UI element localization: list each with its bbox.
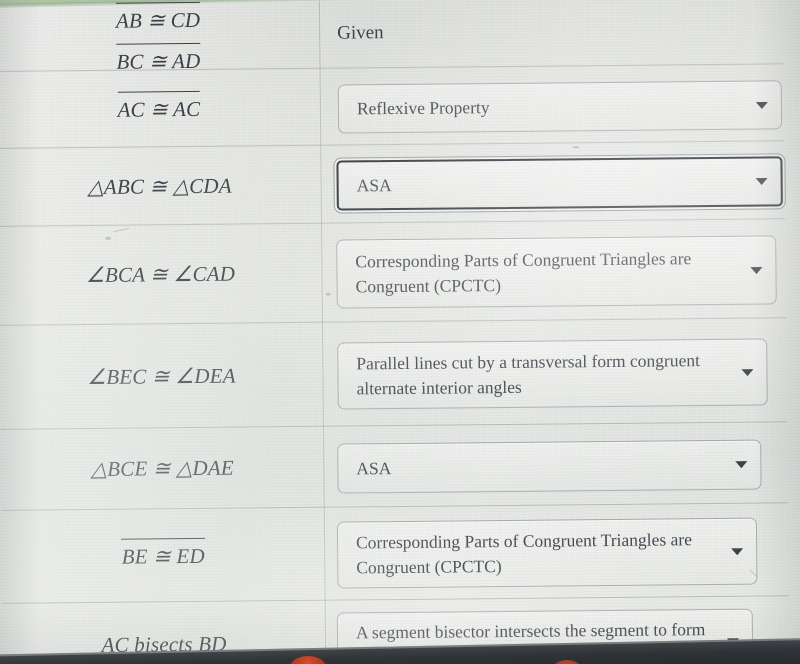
- reason-dropdown-value: Parallel lines cut by a transversal form…: [356, 349, 701, 398]
- reason-dropdown[interactable]: Reflexive Property: [337, 80, 783, 134]
- statement-text: AB ≅ CD: [115, 8, 201, 34]
- reason-dropdown[interactable]: ASA: [337, 439, 762, 494]
- table-row: AC ≅ AC Reflexive Property: [0, 64, 798, 149]
- reason-dropdown[interactable]: Corresponding Parts of Congruent Triangl…: [336, 235, 777, 309]
- statement-text: △BCE ≅ △DAE: [90, 455, 235, 482]
- chevron-down-icon: [755, 101, 768, 109]
- chevron-down-icon: [741, 368, 754, 376]
- reason-dropdown-value: ASA: [356, 457, 392, 479]
- table-row: △BCE ≅ △DAE ASA: [1, 422, 800, 511]
- reason-dropdown[interactable]: Corresponding Parts of Congruent Triangl…: [336, 517, 758, 589]
- chevron-down-icon: [755, 177, 768, 186]
- chevron-down-icon: [750, 266, 763, 274]
- reason-dropdown-value: Corresponding Parts of Congruent Triangl…: [355, 528, 693, 577]
- reason-dropdown[interactable]: Parallel lines cut by a transversal form…: [337, 338, 768, 410]
- table-row: ∠BCA ≅ ∠CAD Corresponding Parts of Congr…: [0, 219, 800, 326]
- table-row: △ABC ≅ △CDA ASA: [0, 141, 799, 227]
- statement-cell: AC ≅ AC: [0, 69, 320, 149]
- table-row: ∠BEC ≅ ∠DEA Parallel lines cut by a tran…: [0, 318, 800, 430]
- statement-cell: △BCE ≅ △DAE: [1, 427, 324, 511]
- statement-cell: BE ≅ ED: [2, 508, 325, 604]
- statement-text: BE ≅ ED: [121, 538, 205, 574]
- statement-cell: ∠BEC ≅ ∠DEA: [0, 323, 323, 430]
- table-row: AB ≅ CD BC ≅ AD Given: [0, 2, 798, 79]
- chevron-down-icon: [735, 461, 748, 469]
- screen-surface: AB ≅ CD BC ≅ AD Given AC ≅ AC Reflexive …: [0, 0, 800, 664]
- statement-text: ∠BCA ≅ ∠CAD: [85, 261, 236, 288]
- reason-dropdown-value: Reflexive Property: [356, 97, 490, 119]
- reason-dropdown-value: ASA: [356, 174, 392, 195]
- reason-dropdown-value: Corresponding Parts of Congruent Triangl…: [355, 247, 692, 296]
- proof-table: AB ≅ CD BC ≅ AD Given AC ≅ AC Reflexive …: [0, 0, 800, 664]
- reason-static-text: Given: [337, 22, 384, 44]
- chevron-down-icon: [731, 547, 744, 555]
- reason-dropdown[interactable]: ASA: [336, 156, 783, 211]
- statement-cell: ∠BCA ≅ ∠CAD: [0, 224, 322, 326]
- statement-text: ∠BEC ≅ ∠DEA: [87, 363, 236, 389]
- statement-text: △ABC ≅ △CDA: [87, 173, 232, 199]
- statement-cell: △ABC ≅ △CDA: [0, 146, 321, 227]
- statement-text: AC ≅ AC: [117, 91, 201, 127]
- table-row: BE ≅ ED Corresponding Parts of Congruent…: [2, 503, 800, 604]
- statement-cell: AB ≅ CD BC ≅ AD: [0, 2, 320, 79]
- photo-of-screen: AB ≅ CD BC ≅ AD Given AC ≅ AC Reflexive …: [0, 0, 800, 664]
